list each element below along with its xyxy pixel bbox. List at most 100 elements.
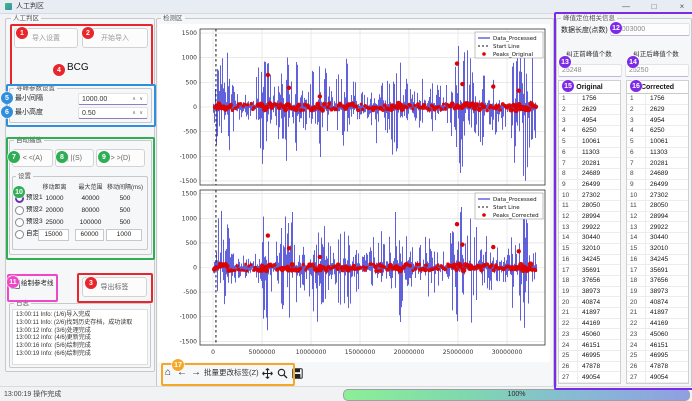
spinner-arrows-icon[interactable]: ∧ ∨ (132, 110, 144, 116)
svg-text:25000000: 25000000 (443, 349, 474, 356)
table-row[interactable]: 1634245 (627, 255, 688, 266)
title-bar: 人工判区 — □ × (0, 0, 692, 14)
peak-value: 46151 (646, 342, 668, 349)
table-row[interactable]: 720281 (559, 158, 620, 169)
svg-text:Data_Processed: Data_Processed (493, 197, 537, 203)
log-list[interactable]: 13:00:11 Info: (1/6)导入完成13:00:11 Info: (… (12, 309, 148, 365)
close-button[interactable]: × (674, 1, 690, 12)
table-row[interactable]: 46250 (559, 126, 620, 137)
table-row[interactable]: 2040874 (559, 297, 620, 308)
table-row[interactable]: 34954 (627, 115, 688, 126)
peak-value: 45060 (646, 331, 668, 338)
table-row[interactable]: 46250 (627, 126, 688, 137)
table-row[interactable]: 926499 (627, 180, 688, 191)
pan-icon[interactable] (262, 368, 273, 379)
preset-custom-input[interactable]: 15000 (38, 229, 69, 241)
peak-value: 27302 (578, 192, 600, 199)
save-icon[interactable] (292, 368, 303, 379)
forward-icon[interactable]: → (190, 367, 202, 379)
table-row[interactable]: 11756 (627, 94, 688, 105)
table-row[interactable]: 1430440 (627, 233, 688, 244)
start-import-button[interactable]: 开始导入 (82, 28, 148, 48)
table-row[interactable]: 1837656 (627, 276, 688, 287)
maximize-button[interactable]: □ (646, 1, 662, 12)
home-icon[interactable]: ⌂ (162, 367, 174, 379)
table-row[interactable]: 22629 (627, 105, 688, 116)
table-row[interactable]: 1027302 (627, 190, 688, 201)
minimize-button[interactable]: — (618, 1, 634, 12)
peak-params-group-label: 寻峰参数设置 (14, 85, 57, 92)
table-row[interactable]: 2244169 (559, 319, 620, 330)
export-labels-button[interactable]: 导出标签 (82, 277, 147, 297)
table-row[interactable]: 611303 (559, 148, 620, 159)
min-interval-spinbox[interactable]: 1000.00 ∧ ∨ (78, 93, 148, 105)
table-row[interactable]: 2141897 (559, 308, 620, 319)
peak-value: 38973 (578, 288, 600, 295)
preset-radio[interactable] (15, 218, 24, 227)
table-row[interactable]: 2345060 (627, 329, 688, 340)
table-row[interactable]: 1128050 (627, 201, 688, 212)
table-row[interactable]: 2141897 (627, 308, 688, 319)
table-row[interactable]: 1735691 (627, 265, 688, 276)
table-row[interactable]: 2040874 (627, 297, 688, 308)
corrected-peaks-table[interactable]: Corrected1175622629349544625051006161130… (626, 80, 689, 384)
zoom-icon[interactable] (277, 368, 288, 379)
table-row[interactable]: 2546995 (559, 351, 620, 362)
table-row[interactable]: 2244169 (627, 319, 688, 330)
preset-radio[interactable] (15, 230, 24, 239)
table-row[interactable]: 2546995 (627, 351, 688, 362)
table-row[interactable]: 1938973 (627, 287, 688, 298)
preset-custom-input[interactable]: 1000 (106, 229, 142, 241)
preset-radio[interactable] (15, 194, 24, 203)
table-row[interactable]: 1128050 (559, 201, 620, 212)
table-row[interactable]: 2647878 (559, 362, 620, 373)
table-row[interactable]: 1027302 (559, 190, 620, 201)
table-row[interactable]: 824689 (559, 169, 620, 180)
table-row[interactable]: 2345060 (559, 329, 620, 340)
top-chart[interactable]: 150010005000-500-1000-1500Data_Processed… (158, 26, 550, 188)
table-row[interactable]: 22629 (559, 105, 620, 116)
table-row[interactable]: 1532010 (627, 244, 688, 255)
table-row[interactable]: 510061 (627, 137, 688, 148)
status-bar: 13:00:19 操作完成 100% (0, 386, 692, 401)
table-row[interactable]: 1430440 (559, 233, 620, 244)
bottom-chart[interactable]: 150010005000-500-1000-150005000000100000… (158, 188, 550, 360)
table-row[interactable]: 1329922 (627, 222, 688, 233)
table-row[interactable]: 34954 (559, 115, 620, 126)
autoplay-prev-button[interactable]: < <(A) (12, 149, 53, 167)
table-row[interactable]: 1532010 (559, 244, 620, 255)
autoplay-pause-button[interactable]: | |(S) (55, 149, 94, 167)
table-row[interactable]: 1228994 (627, 212, 688, 223)
table-row[interactable]: 2749054 (627, 372, 688, 383)
table-row[interactable]: 1735691 (559, 265, 620, 276)
back-icon[interactable]: ← (176, 367, 188, 379)
table-row[interactable]: 824689 (627, 169, 688, 180)
table-row[interactable]: 2647878 (627, 362, 688, 373)
preset-custom-input[interactable]: 60000 (75, 229, 104, 241)
batch-edit-labels-button[interactable]: 批量更改标签(Z) (204, 367, 259, 379)
peak-value: 24689 (578, 170, 600, 177)
table-row[interactable]: 1837656 (559, 276, 620, 287)
table-row[interactable]: 611303 (627, 148, 688, 159)
table-row[interactable]: 720281 (627, 158, 688, 169)
table-row[interactable]: 1938973 (559, 287, 620, 298)
table-row[interactable]: 926499 (559, 180, 620, 191)
table-row[interactable]: 1329922 (559, 222, 620, 233)
table-row[interactable]: 2749054 (559, 372, 620, 383)
autoplay-next-button[interactable]: > >(D) (96, 149, 145, 167)
import-settings-button[interactable]: 导入设置 (14, 28, 78, 48)
table-row[interactable]: 2446151 (559, 340, 620, 351)
table-row[interactable]: 1228994 (559, 212, 620, 223)
reference-line-label: 绘制参考线 (21, 280, 54, 288)
preset-radio[interactable] (15, 206, 24, 215)
table-row[interactable]: 510061 (559, 137, 620, 148)
table-row[interactable]: 2446151 (627, 340, 688, 351)
min-height-spinbox[interactable]: 0.50 ∧ ∨ (78, 107, 148, 119)
table-row[interactable]: 1634245 (559, 255, 620, 266)
spinner-arrows-icon[interactable]: ∧ ∨ (132, 96, 144, 102)
peak-value: 28050 (646, 202, 668, 209)
original-peaks-table[interactable]: Original11756226293495446250510061611303… (558, 80, 621, 384)
row-index: 10 (559, 190, 578, 200)
table-row[interactable]: 11756 (559, 94, 620, 105)
reference-line-checkbox[interactable] (11, 280, 20, 289)
